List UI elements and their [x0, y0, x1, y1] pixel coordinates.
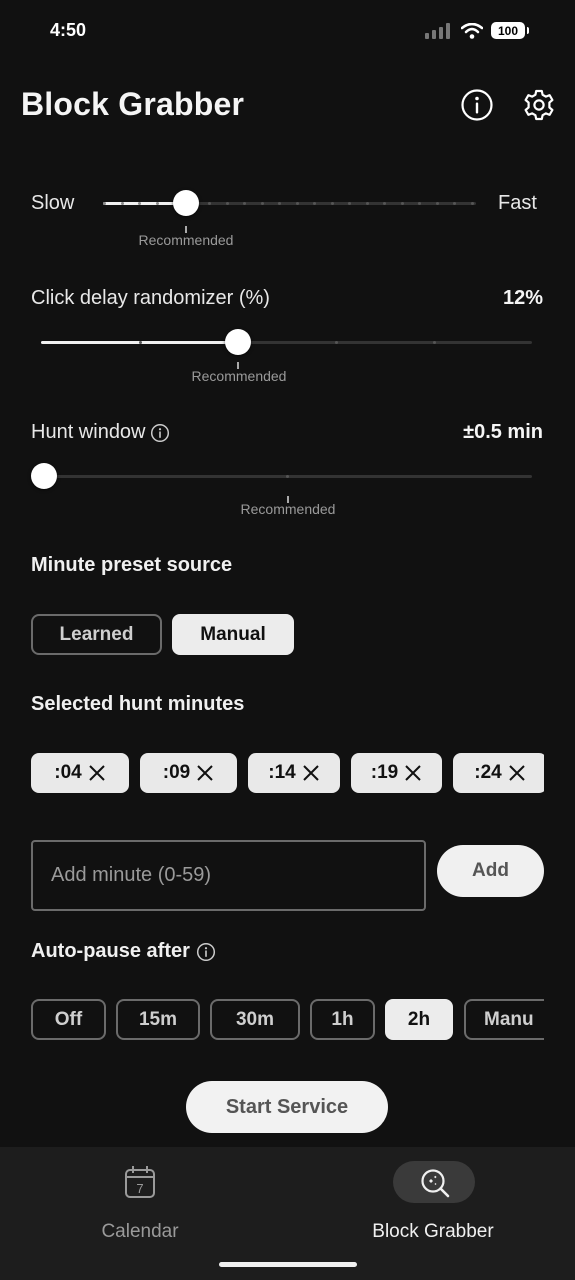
speed-tick — [418, 202, 421, 205]
hunt-window-tick — [286, 475, 289, 478]
battery-icon: 100 — [491, 22, 529, 39]
selected-minutes-title: Selected hunt minutes — [31, 693, 245, 715]
click-delay-value: 12% — [502, 287, 543, 309]
block-grabber-icon — [421, 1169, 450, 1198]
speed-tick — [313, 202, 316, 205]
auto-pause-2h[interactable]: 2h — [385, 999, 453, 1040]
speed-slider[interactable] — [103, 190, 476, 218]
auto-pause-options: Off 15m 30m 1h 2h Manu — [31, 999, 544, 1041]
speed-tick — [208, 202, 211, 205]
status-time: 4:50 — [50, 20, 87, 40]
auto-pause-title-row: Auto-pause after — [31, 940, 216, 963]
minute-chip-label: :24 — [474, 762, 502, 783]
speed-tick — [225, 202, 229, 205]
minute-chip[interactable]: :24 — [453, 753, 544, 793]
tab-bar: 7 Calendar Block Grabber — [0, 1147, 575, 1280]
speed-tick — [348, 202, 351, 205]
remove-icon[interactable] — [404, 764, 422, 782]
click-delay-label: Click delay randomizer (%) — [31, 287, 270, 309]
remove-icon[interactable] — [88, 764, 106, 782]
auto-pause-manual[interactable]: Manu — [464, 999, 544, 1040]
wifi-icon — [461, 22, 483, 39]
minute-chip[interactable]: :14 — [248, 753, 340, 793]
calendar-icon: 7 — [125, 1166, 155, 1198]
speed-tick — [470, 202, 474, 205]
speed-recommended-label: Recommended — [138, 232, 234, 248]
preset-learned-button[interactable]: Learned — [31, 614, 162, 655]
auto-pause-1h[interactable]: 1h — [310, 999, 375, 1040]
speed-tick — [435, 202, 439, 205]
speed-tick — [295, 202, 299, 205]
speed-tick — [103, 202, 106, 205]
hunt-window-value: ±0.5 min — [463, 421, 543, 443]
remove-icon[interactable] — [508, 764, 526, 782]
speed-tick — [155, 202, 159, 205]
tab-block-grabber[interactable]: Block Grabber — [353, 1161, 513, 1251]
click-delay-tick — [139, 341, 142, 344]
auto-pause-title: Auto-pause after — [31, 940, 190, 962]
auto-pause-30m[interactable]: 30m — [210, 999, 300, 1040]
click-delay-recommended-label: Recommended — [191, 368, 287, 384]
click-delay-knob[interactable] — [225, 329, 251, 355]
hunt-window-recommended-label: Recommended — [240, 501, 336, 517]
speed-fast-label: Fast — [498, 192, 537, 214]
settings-icon[interactable] — [522, 88, 556, 122]
status-icons: 100 — [425, 22, 529, 39]
speed-knob[interactable] — [173, 190, 199, 216]
tab-block-grabber-label: Block Grabber — [372, 1221, 494, 1242]
signal-icon — [425, 22, 450, 39]
auto-pause-info-icon[interactable] — [196, 942, 216, 962]
home-indicator — [219, 1262, 357, 1267]
remove-icon[interactable] — [302, 764, 320, 782]
minute-chips-row: :04 :09 :14 :19 :24 — [31, 753, 544, 794]
hunt-window-slider[interactable] — [31, 463, 532, 491]
click-delay-tick — [335, 341, 338, 344]
tab-calendar-label: Calendar — [101, 1221, 179, 1242]
click-delay-slider[interactable] — [41, 329, 532, 357]
start-service-button[interactable]: Start Service — [186, 1081, 388, 1133]
speed-tick — [138, 202, 141, 205]
speed-tick — [278, 202, 281, 205]
add-minute-input[interactable] — [31, 840, 426, 911]
svg-text:7: 7 — [136, 1181, 143, 1196]
remove-icon[interactable] — [196, 764, 214, 782]
add-minute-button[interactable]: Add — [437, 845, 544, 897]
hunt-window-info-icon[interactable] — [150, 423, 170, 443]
hunt-window-label: Hunt window — [31, 421, 146, 443]
auto-pause-15m[interactable]: 15m — [116, 999, 200, 1040]
hunt-window-knob[interactable] — [31, 463, 57, 489]
scrolled-off-label: ▪▪▪▪▪▪▪▪▪▪▪▪ ▪▪ ◦ — [31, 150, 543, 170]
minute-chip[interactable]: :09 — [140, 753, 237, 793]
minute-chip[interactable]: :04 — [31, 753, 129, 793]
speed-tick — [383, 202, 386, 205]
speed-tick — [243, 202, 246, 205]
minute-chip-label: :04 — [54, 762, 82, 783]
auto-pause-off[interactable]: Off — [31, 999, 106, 1040]
preset-manual-button[interactable]: Manual — [172, 614, 294, 655]
speed-slow-label: Slow — [31, 192, 75, 214]
tab-calendar[interactable]: 7 Calendar — [80, 1161, 200, 1251]
page-title: Block Grabber — [21, 86, 245, 122]
speed-tick — [453, 202, 456, 205]
preset-source-title: Minute preset source — [31, 554, 233, 576]
speed-tick — [120, 202, 124, 205]
click-delay-tick — [433, 341, 436, 344]
minute-chip-label: :19 — [370, 762, 399, 783]
speed-tick — [365, 202, 369, 205]
info-icon[interactable] — [460, 88, 494, 122]
speed-tick — [400, 202, 404, 205]
minute-chip[interactable]: :19 — [351, 753, 442, 793]
speed-tick — [260, 202, 264, 205]
minute-chip-label: :14 — [268, 762, 296, 783]
hunt-window-label-row: Hunt window — [31, 421, 170, 444]
speed-tick — [330, 202, 334, 205]
minute-chip-label: :09 — [162, 762, 191, 783]
